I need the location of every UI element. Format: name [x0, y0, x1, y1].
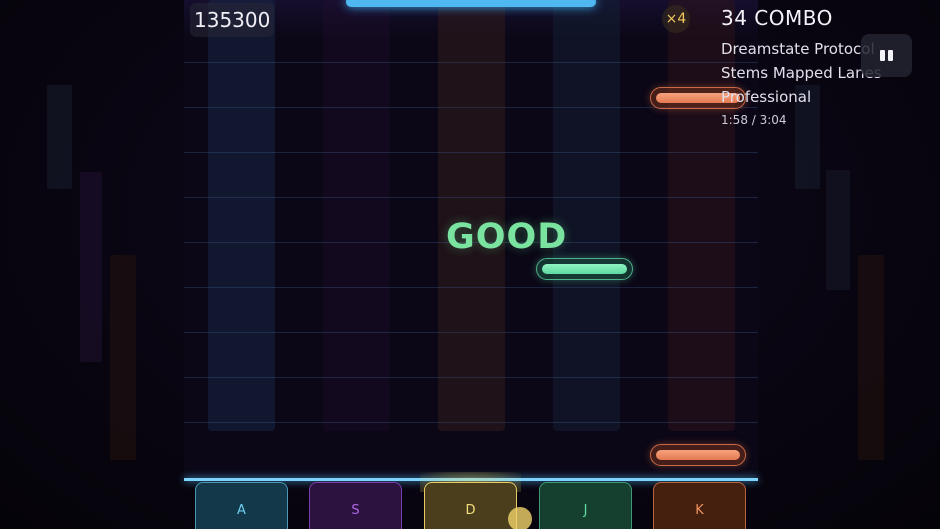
lane-a: [184, 0, 299, 481]
grid-line: [184, 197, 758, 198]
difficulty-label: Professional: [721, 88, 812, 106]
song-title: Dreamstate Protocol: [721, 40, 875, 58]
key-k[interactable]: K: [653, 482, 746, 529]
key-d-label: D: [465, 503, 476, 518]
hold-indicator: [508, 507, 532, 529]
grid-line: [184, 377, 758, 378]
background-bar: [80, 172, 102, 362]
grid-line: [184, 422, 758, 423]
background-bar: [826, 170, 850, 290]
song-time: 1:58 / 3:04: [721, 113, 787, 127]
key-k-label: K: [695, 503, 704, 518]
score-display: 135300: [190, 3, 275, 37]
key-j-label: J: [583, 503, 588, 518]
key-s-label: S: [351, 503, 360, 518]
background-bar: [47, 85, 72, 189]
key-a[interactable]: A: [195, 482, 288, 529]
grid-line: [184, 152, 758, 153]
progress-glow-bar: [346, 0, 596, 7]
pause-icon: [880, 50, 885, 61]
grid-line: [184, 62, 758, 63]
grid-line: [184, 287, 758, 288]
pause-icon: [888, 50, 893, 61]
chart-name: Stems Mapped Lanes: [721, 64, 882, 82]
note-j: [536, 258, 633, 280]
background-bar: [858, 255, 884, 460]
background-bar: [110, 255, 136, 460]
key-a-label: A: [237, 503, 246, 518]
key-d[interactable]: D: [424, 482, 517, 529]
multiplier-badge: ×4: [662, 5, 690, 33]
combo-counter: 34 COMBO: [721, 6, 833, 30]
note-k-lower: [650, 444, 746, 466]
pause-button[interactable]: [861, 34, 912, 77]
grid-line: [184, 332, 758, 333]
key-s[interactable]: S: [309, 482, 402, 529]
key-j[interactable]: J: [539, 482, 632, 529]
judgement-text: GOOD: [446, 217, 568, 257]
lane-s: [299, 0, 414, 481]
